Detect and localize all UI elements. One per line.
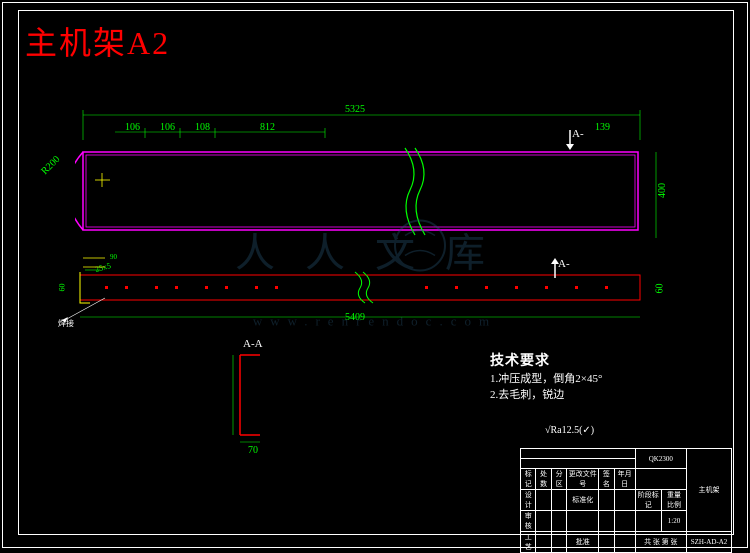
dims-right [648, 150, 663, 240]
section-aa-title: A-A [243, 338, 263, 350]
drawing-title: 主机架A2 [25, 18, 170, 64]
notes-title: 技术要求 [490, 350, 550, 370]
proj-label: QK2300 [635, 449, 686, 469]
section-arrow-top [560, 130, 580, 150]
dim-section-w: 70 [248, 445, 258, 456]
dim-small-3: 108 [195, 122, 210, 133]
surface-finish: √Ra12.5(✓) [545, 425, 594, 436]
dim-main-length: 5325 [345, 104, 365, 115]
weld-text: 焊接 [58, 318, 74, 329]
title-block: QK2300主机架 标记处数分区更改文件号签名年月日 设计标准化阶段标记重量 比… [520, 448, 732, 538]
dim-small-1: 106 [125, 122, 140, 133]
dim-side-h: 60 [655, 284, 666, 294]
section-arrow-bot [545, 258, 565, 278]
dim-edge: 139 [595, 122, 610, 133]
dim-small-2: 106 [160, 122, 175, 133]
dwg-number: SZH-AD-A2 [687, 532, 732, 553]
dims-bottom [75, 310, 645, 325]
notes-line1: 1.冲压成型，倒角2×45° [490, 370, 602, 386]
section-aa-view [230, 350, 280, 450]
part-name: 主机架 [687, 449, 732, 532]
dim-small-4: 812 [260, 122, 275, 133]
top-view [75, 140, 645, 240]
side-dim-left: 60 [58, 284, 67, 292]
side-dim-top: 90 [110, 253, 117, 261]
notes-line2: 2.去毛刺，锐边 [490, 386, 564, 402]
